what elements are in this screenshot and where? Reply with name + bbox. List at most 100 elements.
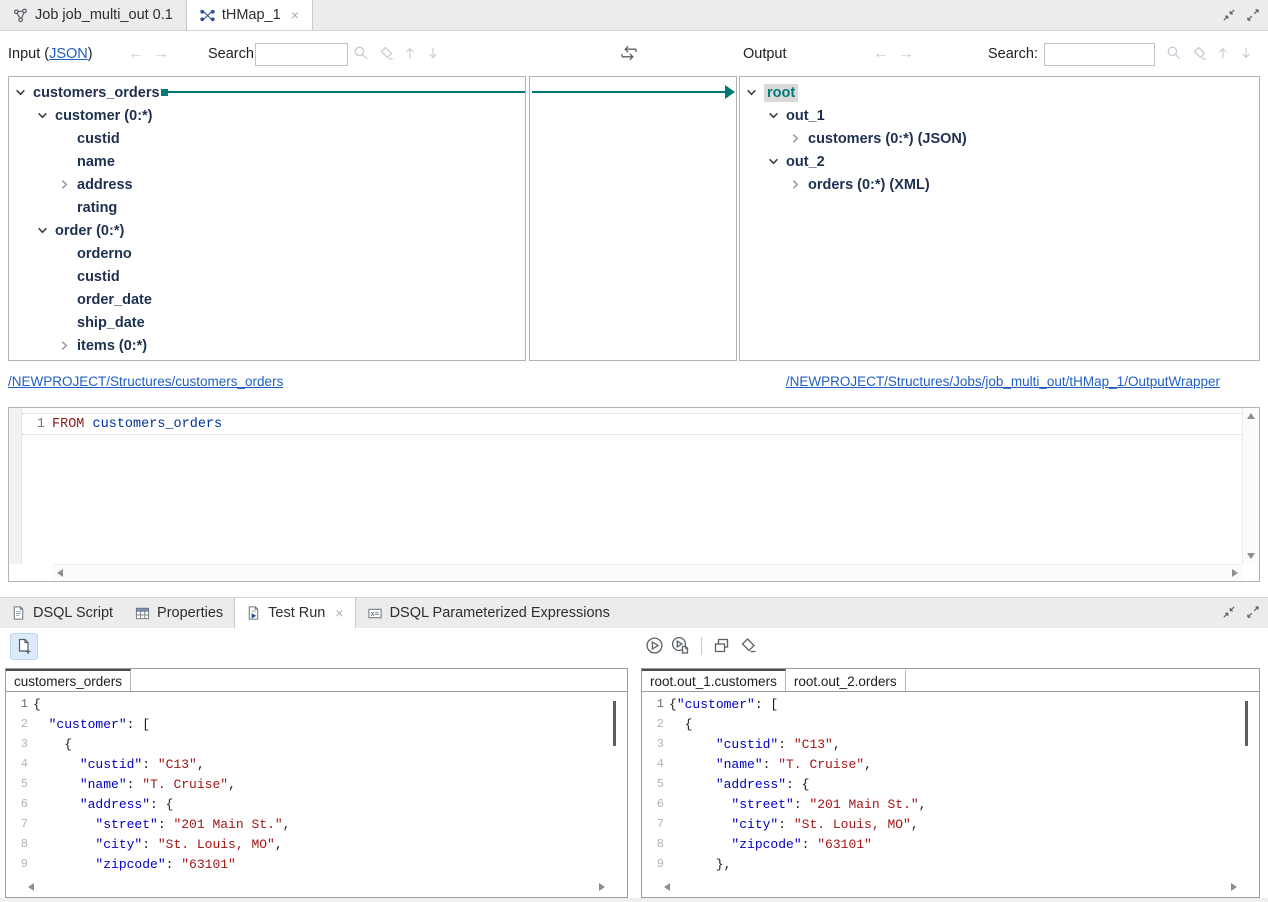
vertical-scrollbar[interactable] <box>1242 408 1259 564</box>
line-number: 1 <box>6 697 33 717</box>
tree-node-orders-0-xml[interactable]: orders (0:*) (XML) <box>740 173 1259 196</box>
chevron-right-icon[interactable] <box>790 179 801 190</box>
tree-node-rating[interactable]: rating <box>9 196 525 219</box>
chevron-right-icon[interactable] <box>790 133 801 144</box>
chevron-down-icon[interactable] <box>768 156 779 167</box>
restore-icon[interactable] <box>1222 8 1236 22</box>
code-text: "address": { <box>669 777 809 797</box>
chevron-down-icon[interactable] <box>746 87 757 98</box>
chevron-down-icon[interactable] <box>768 110 779 121</box>
tree-node-customer-0[interactable]: customer (0:*) <box>9 104 525 127</box>
search-icon[interactable] <box>1166 45 1182 61</box>
tree-node-customers-0-json[interactable]: customers (0:*) (JSON) <box>740 127 1259 150</box>
maximize-icon[interactable] <box>1246 605 1260 619</box>
scroll-left-icon[interactable] <box>664 883 670 891</box>
line-number: 7 <box>6 817 33 837</box>
back-arrow-icon[interactable]: ← <box>873 46 889 62</box>
chevron-right-icon[interactable] <box>59 179 70 190</box>
scroll-right-icon[interactable] <box>1231 883 1237 891</box>
forward-arrow-icon[interactable]: → <box>153 46 169 62</box>
code-text: }, <box>669 857 731 877</box>
tab-dsql-parameterized-expressions[interactable]: x=DSQL Parameterized Expressions <box>356 598 621 628</box>
test-run-icon <box>246 605 261 621</box>
scroll-up-icon[interactable] <box>1247 413 1255 419</box>
duplicate-view-icon[interactable] <box>712 636 731 655</box>
line-number: 4 <box>6 757 33 777</box>
next-match-icon[interactable] <box>1239 45 1253 61</box>
horizontal-scrollbar[interactable] <box>53 564 1242 581</box>
search-icon[interactable] <box>353 45 369 61</box>
run-to-file-icon[interactable] <box>671 636 691 655</box>
run-icon[interactable] <box>645 636 664 655</box>
tab-properties[interactable]: Properties <box>124 598 234 628</box>
line-number: 9 <box>642 857 669 877</box>
tree-node-label: out_2 <box>786 154 825 170</box>
tree-node-name[interactable]: name <box>9 150 525 173</box>
clear-search-icon[interactable] <box>378 45 394 61</box>
tab-root-out-2-orders[interactable]: root.out_2.orders <box>786 669 906 691</box>
horizontal-scrollbar[interactable] <box>664 879 1237 894</box>
tree-node-order-date[interactable]: order_date <box>9 288 525 311</box>
input-format-link[interactable]: JSON <box>49 46 88 62</box>
tree-node-root[interactable]: root <box>740 81 1259 104</box>
tab-customers-orders[interactable]: customers_orders <box>6 669 131 691</box>
tree-node-customers-orders[interactable]: customers_orders <box>9 81 525 104</box>
tree-node-out-2[interactable]: out_2 <box>740 150 1259 173</box>
previous-match-icon[interactable] <box>403 45 417 61</box>
code-text: {"customer": [ <box>669 697 778 717</box>
chevron-right-icon[interactable] <box>59 340 70 351</box>
close-icon[interactable]: × <box>335 605 343 621</box>
code-text: "custid": "C13", <box>33 757 205 777</box>
tree-node-order-0[interactable]: order (0:*) <box>9 219 525 242</box>
back-arrow-icon[interactable]: ← <box>128 46 144 62</box>
tab-thmap-1[interactable]: tHMap_1 × <box>186 0 313 30</box>
dsql-script-editor[interactable]: 1FROM customers_orders <box>8 407 1260 582</box>
input-search-input[interactable] <box>255 43 348 66</box>
tree-node-custid[interactable]: custid <box>9 265 525 288</box>
test-input-document[interactable]: 1{2 "customer": [3 {4 "custid": "C13",5 … <box>6 692 627 897</box>
clear-search-icon[interactable] <box>1191 45 1207 61</box>
tab-test-run[interactable]: Test Run× <box>234 598 355 628</box>
mapping-line[interactable] <box>532 91 726 93</box>
tree-node-address[interactable]: address <box>9 173 525 196</box>
tree-node-custid[interactable]: custid <box>9 127 525 150</box>
output-search-input[interactable] <box>1044 43 1155 66</box>
tree-node-items-0[interactable]: items (0:*) <box>9 334 525 357</box>
scroll-left-icon[interactable] <box>28 883 34 891</box>
scroll-right-icon[interactable] <box>1232 569 1238 577</box>
restore-icon[interactable] <box>1222 605 1236 619</box>
code-line: 3 { <box>6 737 627 757</box>
code-text: "zipcode": "63101" <box>33 857 236 877</box>
output-structure-link[interactable]: /NEWPROJECT/Structures/Jobs/job_multi_ou… <box>786 374 1220 389</box>
tab-label: tHMap_1 <box>222 7 281 23</box>
horizontal-scrollbar[interactable] <box>28 879 605 894</box>
chevron-down-icon[interactable] <box>37 225 48 236</box>
tab-root-out-1-customers[interactable]: root.out_1.customers <box>642 669 786 691</box>
test-output-document[interactable]: 1{"customer": [2 {3 "custid": "C13",4 "n… <box>642 692 1259 897</box>
vertical-scrollbar-thumb[interactable] <box>1245 701 1248 746</box>
previous-match-icon[interactable] <box>1216 45 1230 61</box>
clear-results-icon[interactable] <box>738 636 757 655</box>
tab-job-job-multi-out-0-1[interactable]: Job job_multi_out 0.1 <box>0 0 186 30</box>
maximize-icon[interactable] <box>1246 8 1260 22</box>
scroll-left-icon[interactable] <box>57 569 63 577</box>
close-icon[interactable]: × <box>291 7 299 23</box>
scroll-down-icon[interactable] <box>1247 553 1255 559</box>
tree-node-orderno[interactable]: orderno <box>9 242 525 265</box>
line-number: 1 <box>642 697 669 717</box>
tree-node-ship-date[interactable]: ship_date <box>9 311 525 334</box>
input-label-suffix: ) <box>88 46 93 62</box>
scroll-right-icon[interactable] <box>599 883 605 891</box>
swap-input-output-icon[interactable] <box>619 43 639 63</box>
vertical-scrollbar-thumb[interactable] <box>613 701 616 746</box>
tree-node-label: name <box>77 154 115 170</box>
input-structure-link[interactable]: /NEWPROJECT/Structures/customers_orders <box>8 374 283 389</box>
new-test-data-button[interactable] <box>10 633 38 660</box>
chevron-down-icon[interactable] <box>37 110 48 121</box>
chevron-down-icon[interactable] <box>15 87 26 98</box>
forward-arrow-icon[interactable]: → <box>898 46 914 62</box>
tree-node-label: customers (0:*) (JSON) <box>808 131 967 147</box>
tree-node-out-1[interactable]: out_1 <box>740 104 1259 127</box>
next-match-icon[interactable] <box>426 45 440 61</box>
tab-dsql-script[interactable]: DSQL Script <box>0 598 124 628</box>
